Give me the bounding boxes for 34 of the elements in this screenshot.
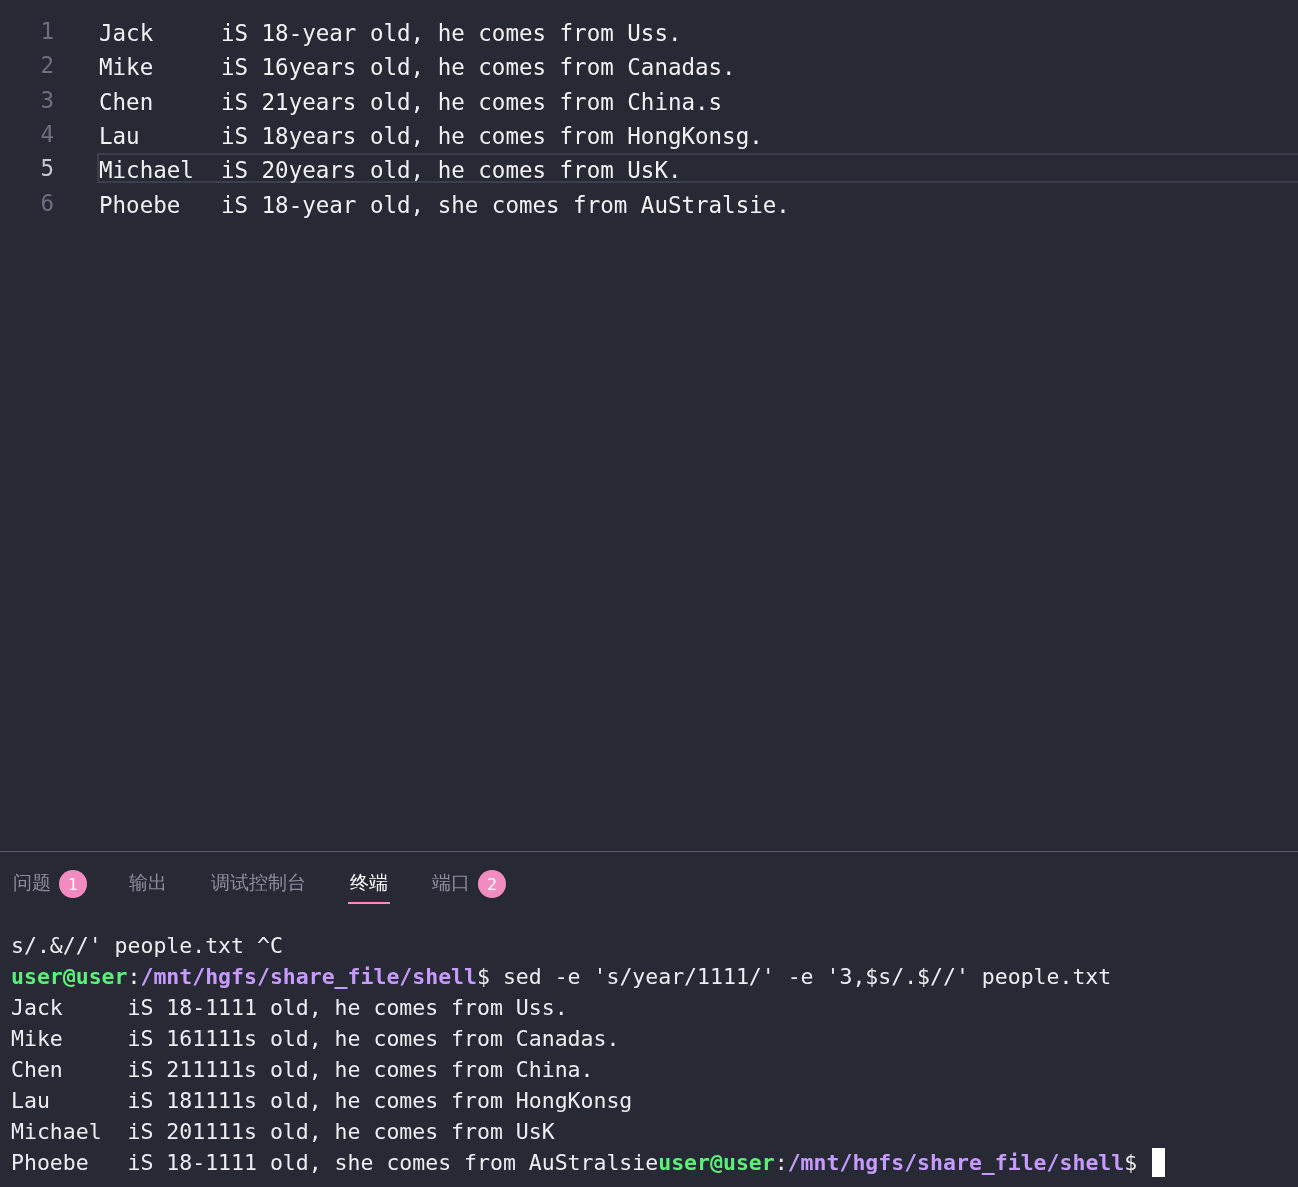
panel-tab[interactable]: 终端 — [348, 868, 390, 904]
terminal-text: Lau iS 181111s old, he comes from HongKonsg — [11, 1087, 633, 1115]
count-badge: 2 — [478, 870, 506, 898]
line-number: 2 — [39, 52, 55, 79]
terminal-text: $ — [1124, 1149, 1139, 1177]
panel-tab[interactable]: 调试控制台 — [209, 868, 308, 904]
line-number: 1 — [39, 18, 55, 45]
terminal-text: : — [127, 963, 141, 991]
terminal-text: Michael iS 201111s old, he comes from UsK — [11, 1118, 555, 1146]
prompt-path: /mnt/hgfs/share_file/shell — [787, 1149, 1125, 1177]
code-line: Chen iS 21years old, he comes from China.s — [98, 87, 724, 115]
code-line: Mike iS 16years old, he comes from Canadas. — [98, 53, 737, 81]
terminal-text: : — [774, 1149, 788, 1177]
line-number: 3 — [39, 86, 55, 113]
terminal-text: Chen iS 211111s old, he comes from China. — [11, 1056, 594, 1084]
terminal-text: Jack iS 18-1111 old, he comes from Uss. — [11, 994, 568, 1022]
prompt-path: /mnt/hgfs/share_file/shell — [140, 963, 477, 991]
code-line: Michael iS 20years old, he comes from UsK. — [97, 153, 1298, 184]
line-number: 6 — [39, 189, 55, 216]
terminal-text: s/.&//' people.txt ^C — [11, 932, 283, 960]
code-line: Jack iS 18-year old, he comes from Uss. — [98, 19, 683, 47]
prompt-user: user@user — [658, 1149, 775, 1177]
prompt-user: user@user — [11, 963, 128, 991]
panel-tab[interactable]: 输出 — [127, 868, 169, 904]
panel-tab[interactable]: 问题 — [11, 868, 53, 904]
terminal-text: Phoebe iS 18-1111 old, she comes from AuStralsie — [11, 1149, 659, 1177]
panel-tab[interactable]: 端口 — [430, 868, 472, 904]
code-line: Lau iS 18years old, he comes from HongKonsg. — [98, 122, 764, 150]
code-line: Phoebe iS 18-year old, she comes from AuStralsie. — [98, 190, 791, 218]
count-badge: 1 — [59, 870, 87, 898]
terminal-text: $ sed -e 's/year/1111/' -e '3,$s/.$//' people.txt — [477, 963, 1112, 991]
terminal-text: Mike iS 161111s old, he comes from Canadas. — [11, 1025, 620, 1053]
line-number: 4 — [39, 121, 55, 148]
line-number: 5 — [39, 155, 55, 182]
